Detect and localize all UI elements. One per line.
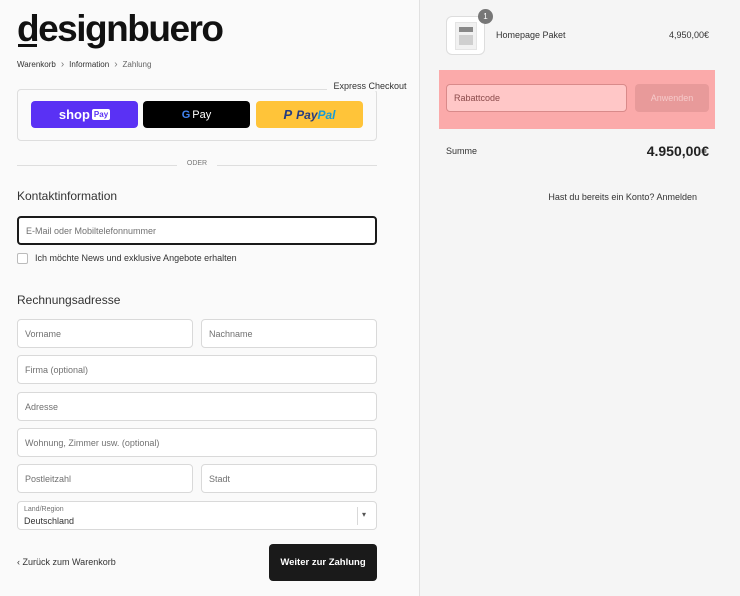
back-to-cart-label: Zurück zum Warenkorb (22, 557, 116, 567)
country-value: Deutschland (24, 516, 75, 526)
shop-pay-label: shop (58, 107, 90, 122)
zip-field[interactable]: Postleitzahl (17, 464, 193, 493)
select-divider (357, 507, 358, 525)
product-thumbnail (446, 16, 485, 55)
newsletter-label: Ich möchte News und exklusive Angebote e… (35, 253, 237, 263)
breadcrumb-cart[interactable]: Warenkorb (17, 60, 56, 69)
paypal-icon: P (283, 107, 293, 122)
chevron-right-icon: › (60, 59, 65, 70)
account-question: Hast du bereits ein Konto? Anmelden (548, 192, 697, 202)
company-field[interactable]: Firma (optional) (17, 355, 377, 384)
chevron-left-icon: ‹ (17, 557, 20, 567)
breadcrumb-payment: Zahlung (122, 60, 152, 69)
discount-code-input[interactable]: Rabattcode (446, 84, 627, 112)
sum-value: 4.950,00€ (646, 143, 709, 159)
product-image (455, 22, 477, 50)
back-to-cart-link[interactable]: ‹ Zurück zum Warenkorb (17, 557, 116, 567)
discount-placeholder: Rabattcode (454, 93, 501, 103)
logo[interactable]: designbuero (17, 8, 224, 50)
apartment-field[interactable]: Wohnung, Zimmer usw. (optional) (17, 428, 377, 457)
paypal-button[interactable]: P Pay Pal (256, 101, 363, 128)
login-link[interactable]: Anmelden (656, 192, 697, 202)
address-field[interactable]: Adresse (17, 392, 377, 421)
contact-heading: Kontaktinformation (17, 189, 118, 203)
first-name-field[interactable]: Vorname (17, 319, 193, 348)
logo-text: esignbuero (38, 8, 224, 49)
zip-placeholder: Postleitzahl (25, 473, 72, 484)
shop-pay-button[interactable]: shop Pay (31, 101, 138, 128)
address-placeholder: Adresse (25, 401, 59, 412)
or-divider: ODER (17, 160, 377, 167)
breadcrumb-information: Information (69, 60, 110, 69)
product-price: 4,950,00€ (668, 30, 709, 40)
email-placeholder: E-Mail oder Mobiltelefonnummer (26, 225, 157, 236)
chevron-right-icon: › (114, 59, 118, 70)
paypal-label-pay: Pay (296, 107, 318, 122)
apartment-placeholder: Wohnung, Zimmer usw. (optional) (25, 437, 160, 448)
logo-first-letter: d (17, 8, 40, 49)
first-name-placeholder: Vorname (25, 328, 62, 339)
product-name: Homepage Paket (496, 30, 566, 40)
last-name-field[interactable]: Nachname (201, 319, 377, 348)
newsletter-checkbox[interactable] (17, 253, 28, 264)
continue-to-payment-button[interactable]: Weiter zur Zahlung (269, 544, 377, 581)
company-placeholder: Firma (optional) (25, 364, 89, 375)
google-g-icon: G (181, 108, 191, 121)
account-question-text: Hast du bereits ein Konto? (548, 192, 655, 202)
google-pay-button[interactable]: G Pay (143, 101, 250, 128)
google-pay-label: Pay (192, 108, 212, 121)
paypal-label-pal: Pal (317, 107, 336, 122)
sum-label: Summe (446, 146, 478, 156)
billing-heading: Rechnungsadresse (17, 293, 121, 307)
country-label: Land/Region (24, 506, 64, 513)
email-field[interactable]: E-Mail oder Mobiltelefonnummer (17, 216, 377, 245)
quantity-badge: 1 (478, 9, 493, 24)
city-field[interactable]: Stadt (201, 464, 377, 493)
shop-pay-badge: Pay (91, 109, 111, 120)
apply-discount-button[interactable]: Anwenden (635, 84, 709, 112)
breadcrumb: Warenkorb › Information › Zahlung (17, 59, 151, 70)
chevron-down-icon: ▾ (362, 510, 367, 519)
city-placeholder: Stadt (209, 473, 231, 484)
last-name-placeholder: Nachname (209, 328, 253, 339)
